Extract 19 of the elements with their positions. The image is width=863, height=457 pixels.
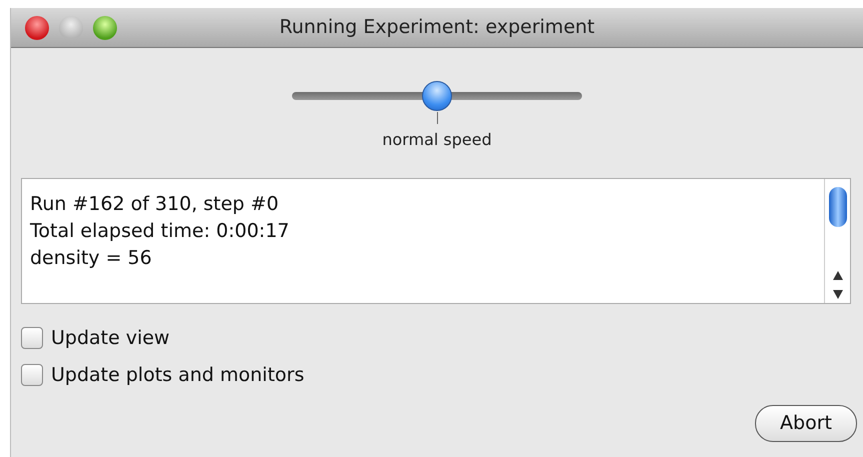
scroll-up-icon[interactable] bbox=[832, 271, 842, 280]
checkbox-label[interactable]: Update view bbox=[51, 324, 170, 352]
window-title: Running Experiment: experiment bbox=[279, 16, 595, 38]
checkbox[interactable] bbox=[21, 364, 43, 386]
abort-button[interactable]: Abort bbox=[755, 405, 857, 442]
close-button[interactable] bbox=[25, 16, 49, 40]
speed-label: normal speed bbox=[382, 129, 492, 151]
scroll-bar[interactable] bbox=[824, 179, 850, 303]
output-line: Total elapsed time: 0:00:17 bbox=[30, 219, 290, 244]
output-line: density = 56 bbox=[30, 246, 152, 271]
zoom-button[interactable] bbox=[93, 16, 117, 40]
scroll-down-icon[interactable] bbox=[832, 290, 842, 299]
tick-mark bbox=[437, 112, 438, 124]
scroll-thumb[interactable] bbox=[828, 187, 846, 227]
speed-slider[interactable] bbox=[292, 80, 582, 112]
checkbox[interactable] bbox=[21, 327, 43, 350]
output-line: Run #162 of 310, step #0 bbox=[30, 192, 279, 217]
checkbox-label[interactable]: Update plots and monitors bbox=[51, 360, 304, 389]
slider-thumb[interactable] bbox=[422, 81, 452, 111]
